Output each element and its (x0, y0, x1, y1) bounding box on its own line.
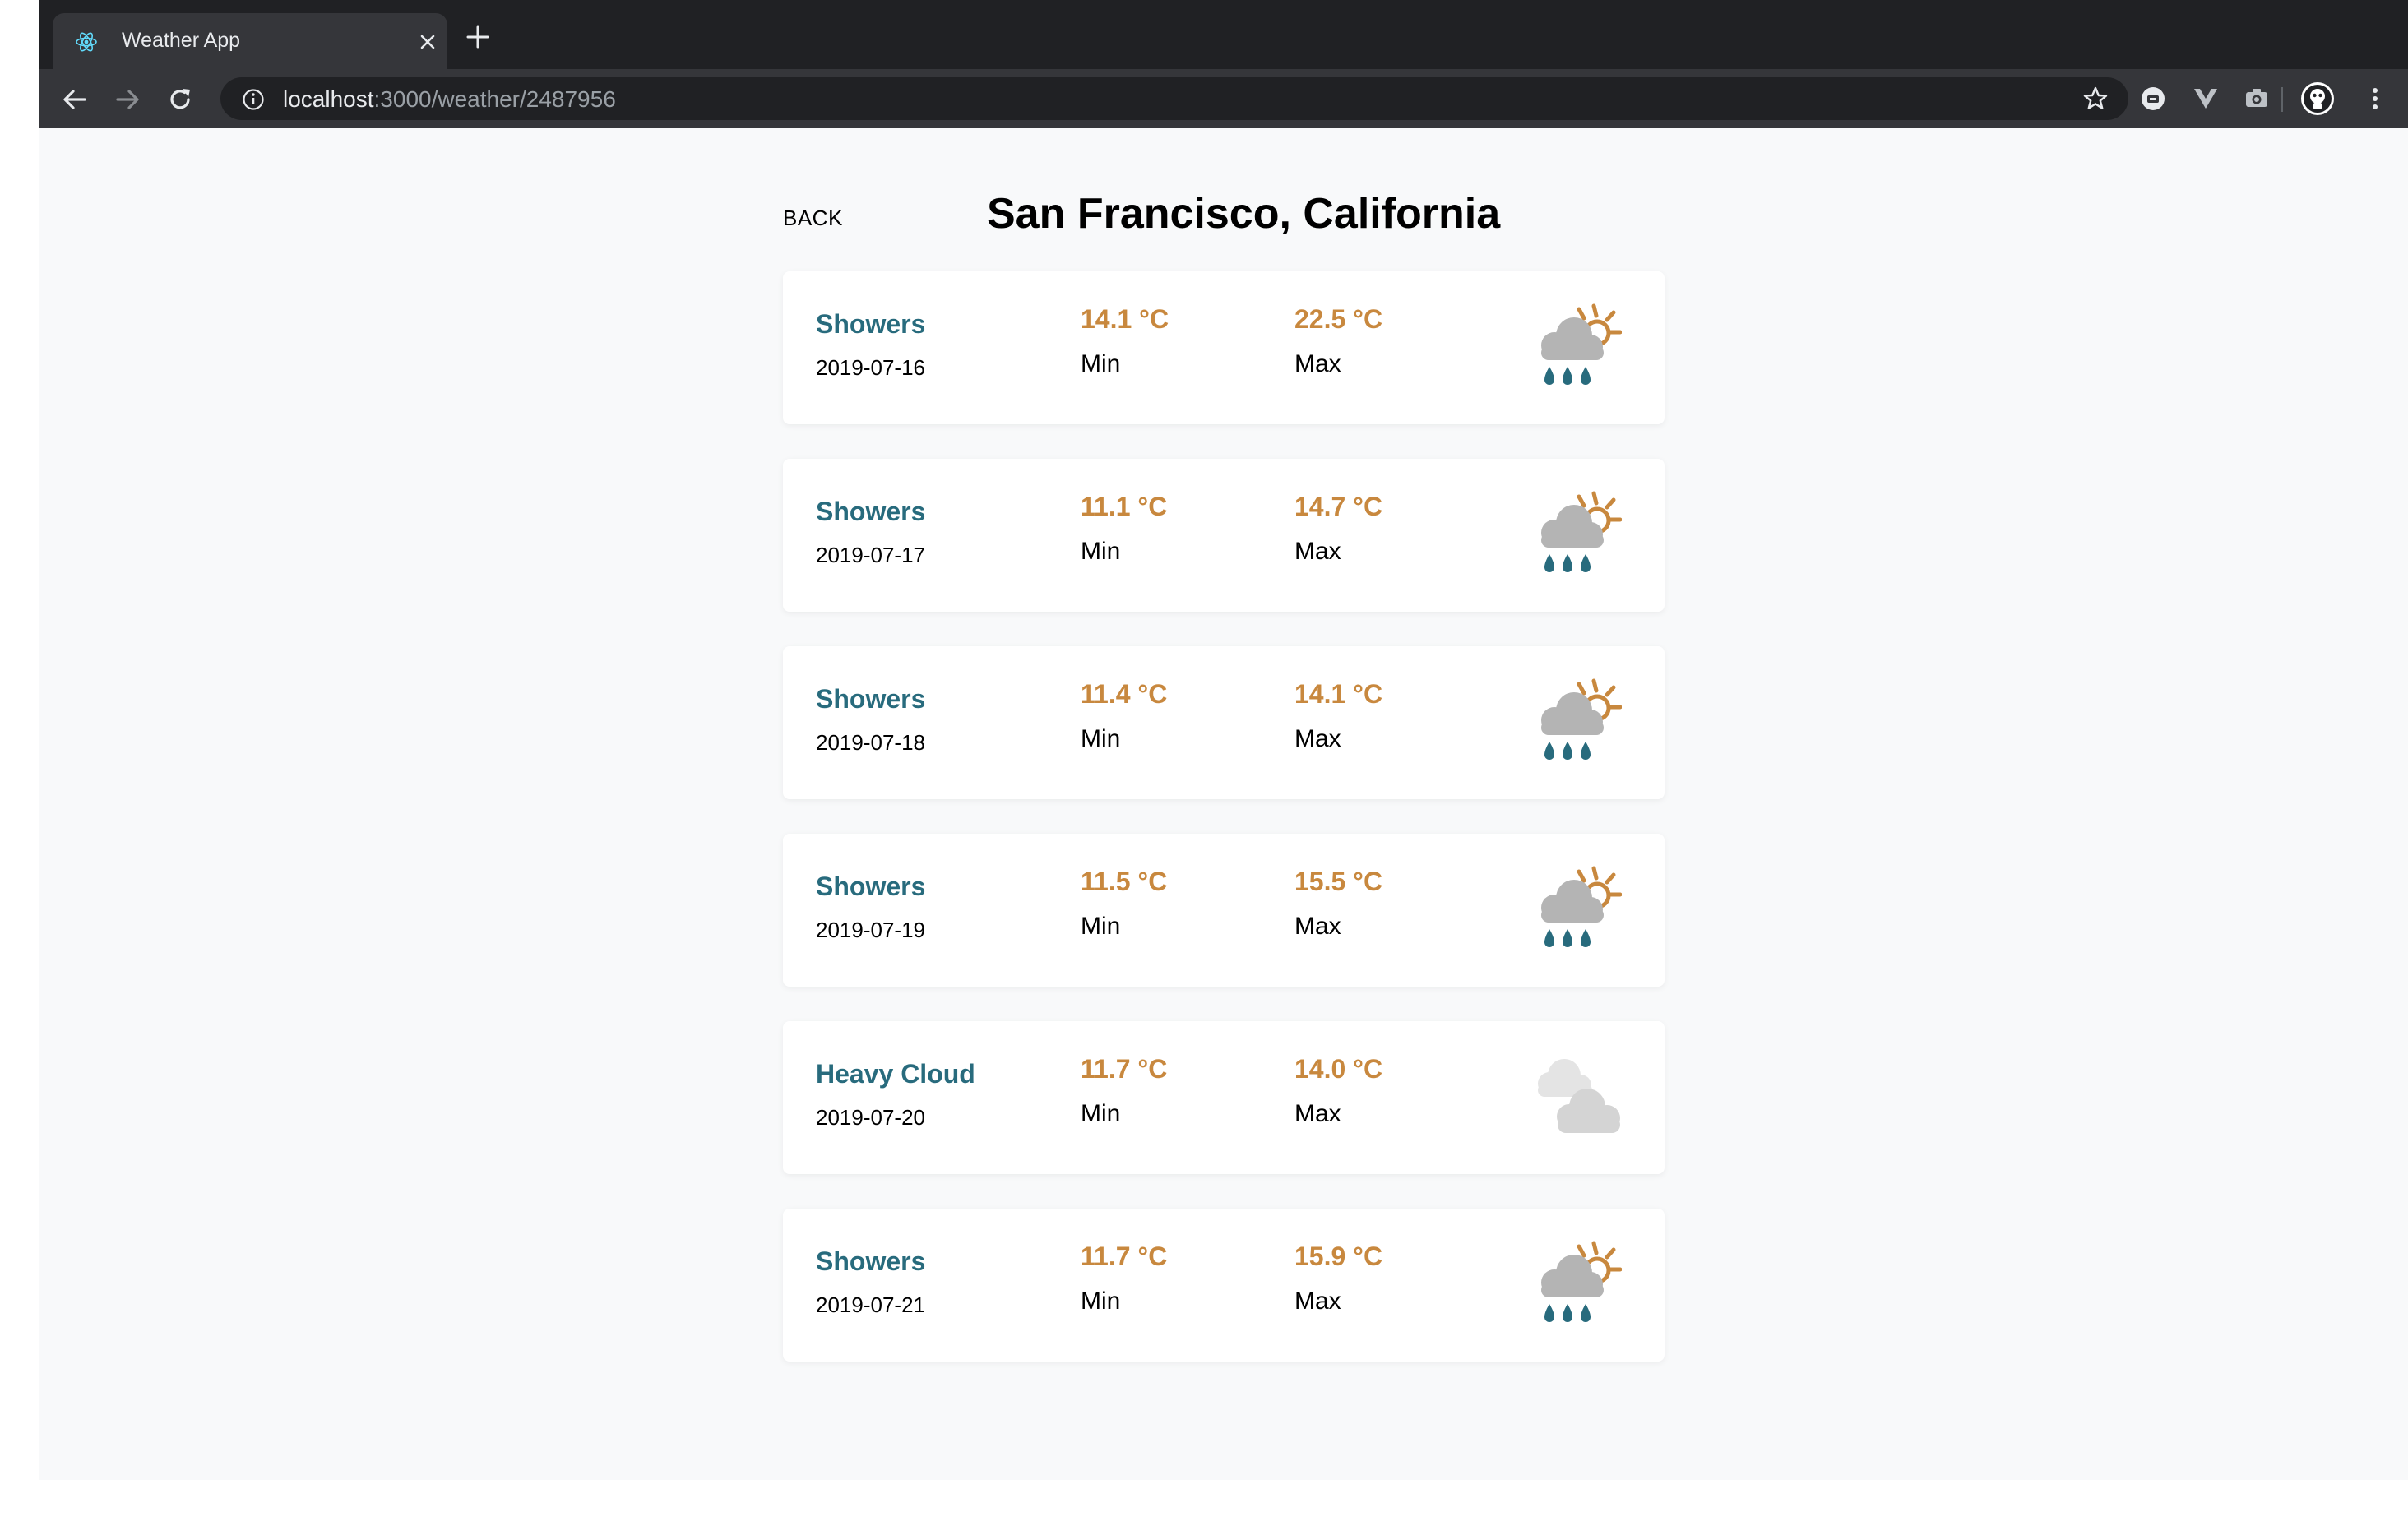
tab-weather-app[interactable]: Weather App (53, 13, 447, 69)
heavy-cloud-icon (1538, 1059, 1620, 1133)
forecast-date: 2019-07-16 (816, 355, 925, 380)
min-temp-label: Min (1081, 1288, 1121, 1315)
max-temp-label: Max (1294, 725, 1341, 752)
forecast-card: Heavy Cloud 2019-07-20 11.7 °C Min 14.0 … (783, 1021, 1665, 1174)
browser-window: Weather App localhost:3000/weather/24879… (39, 0, 2408, 1480)
forecast-date: 2019-07-18 (816, 730, 925, 755)
url-text: localhost:3000/weather/2487956 (283, 86, 616, 113)
min-temp-value: 11.7 °C (1081, 1054, 1168, 1084)
min-temp-label: Min (1081, 1100, 1121, 1127)
max-temp-label: Max (1294, 538, 1341, 565)
forecast-card: Showers 2019-07-17 11.1 °C Min 14.7 °C M… (783, 459, 1665, 612)
tab-title: Weather App (122, 29, 241, 52)
toolbar-divider (2281, 87, 2283, 112)
forecast-card: Showers 2019-07-19 11.5 °C Min 15.5 °C M… (783, 834, 1665, 987)
reload-icon[interactable] (166, 86, 194, 113)
max-temp-value: 15.5 °C (1294, 867, 1383, 896)
forecast-card: Showers 2019-07-21 11.7 °C Min 15.9 °C M… (783, 1209, 1665, 1362)
showers-icon (1531, 303, 1622, 395)
camera-icon[interactable] (2242, 84, 2271, 113)
weather-condition: Showers (816, 684, 926, 714)
back-link[interactable]: BACK (783, 206, 843, 231)
max-temp-label: Max (1294, 1288, 1341, 1315)
min-temp-value: 11.7 °C (1081, 1242, 1168, 1271)
forecast-date: 2019-07-21 (816, 1292, 925, 1317)
min-temp-value: 11.1 °C (1081, 492, 1168, 521)
url-host: localhost (283, 86, 374, 112)
new-tab-icon[interactable] (465, 25, 490, 49)
browser-menu-icon[interactable] (2360, 84, 2390, 113)
forecast-date: 2019-07-17 (816, 543, 925, 567)
close-tab-icon[interactable] (419, 34, 436, 50)
max-temp-label: Max (1294, 1100, 1341, 1127)
weather-page: BACK San Francisco, California Showers 2… (39, 128, 2408, 1480)
forecast-date: 2019-07-20 (816, 1105, 925, 1130)
forecast-card: Showers 2019-07-16 14.1 °C Min 22.5 °C M… (783, 271, 1665, 424)
showers-icon (1531, 1240, 1622, 1332)
min-temp-value: 11.5 °C (1081, 867, 1168, 896)
weather-condition: Showers (816, 497, 926, 526)
forecast-date: 2019-07-19 (816, 918, 925, 942)
profile-avatar-icon[interactable] (2299, 81, 2336, 117)
forward-arrow-icon[interactable] (113, 86, 141, 113)
min-temp-label: Min (1081, 538, 1121, 565)
showers-icon (1531, 865, 1622, 957)
max-temp-value: 14.0 °C (1294, 1054, 1383, 1084)
max-temp-value: 22.5 °C (1294, 304, 1383, 334)
react-logo-icon (76, 32, 97, 52)
min-temp-value: 14.1 °C (1081, 304, 1169, 334)
forecast-card: Showers 2019-07-18 11.4 °C Min 14.1 °C M… (783, 646, 1665, 799)
vue-devtools-icon[interactable] (2191, 84, 2220, 113)
max-temp-value: 15.9 °C (1294, 1242, 1383, 1271)
weather-condition: Heavy Cloud (816, 1059, 975, 1089)
bookmark-star-icon[interactable] (2082, 86, 2109, 112)
browser-toolbar: localhost:3000/weather/2487956 (39, 69, 2408, 128)
max-temp-value: 14.1 °C (1294, 679, 1383, 709)
showers-icon (1531, 490, 1622, 582)
min-temp-label: Min (1081, 350, 1121, 377)
page-title: San Francisco, California (987, 190, 1501, 238)
weather-condition: Showers (816, 1246, 926, 1276)
site-info-icon[interactable] (242, 88, 265, 111)
max-temp-label: Max (1294, 913, 1341, 940)
extension-icon[interactable] (2138, 84, 2168, 113)
min-temp-label: Min (1081, 725, 1121, 752)
weather-condition: Showers (816, 872, 926, 901)
back-arrow-icon[interactable] (61, 86, 89, 113)
url-path: :3000/weather/2487956 (373, 86, 616, 112)
min-temp-value: 11.4 °C (1081, 679, 1168, 709)
min-temp-label: Min (1081, 913, 1121, 940)
tab-strip: Weather App (39, 0, 2408, 69)
address-bar[interactable]: localhost:3000/weather/2487956 (220, 77, 2128, 120)
max-temp-value: 14.7 °C (1294, 492, 1383, 521)
weather-condition: Showers (816, 309, 926, 339)
showers-icon (1531, 677, 1622, 770)
max-temp-label: Max (1294, 350, 1341, 377)
